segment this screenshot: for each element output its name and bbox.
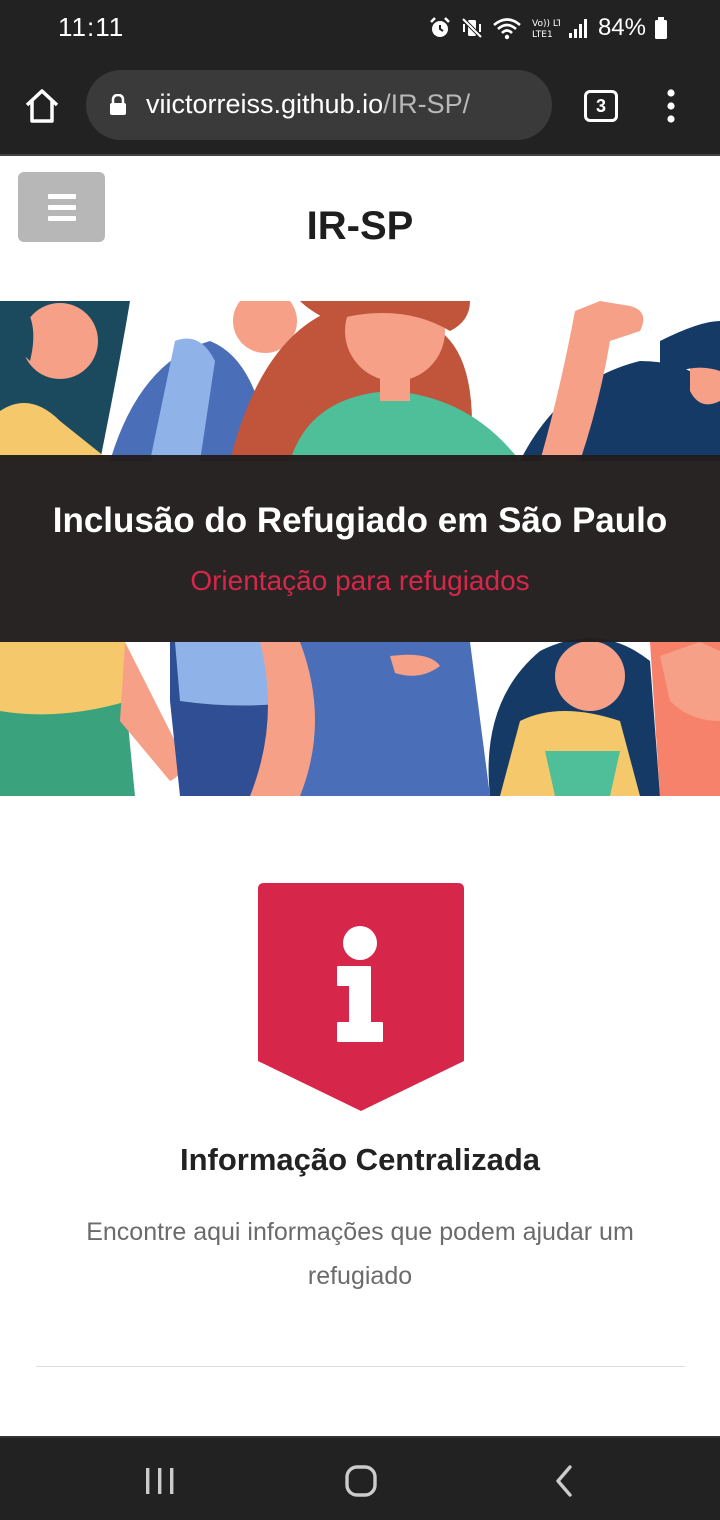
status-time: 11:11 xyxy=(58,12,125,42)
browser-menu-button[interactable] xyxy=(662,88,680,124)
system-nav-bar xyxy=(0,1436,720,1520)
hero-banner: Inclusão do Refugiado em São Paulo Orien… xyxy=(0,301,720,796)
system-back-button[interactable] xyxy=(550,1464,578,1503)
home-icon xyxy=(25,89,59,123)
url-domain: viictorreiss.github.io xyxy=(146,89,384,119)
feature-title: Informação Centralizada xyxy=(179,1142,541,1177)
site-title[interactable]: IR-SP xyxy=(0,204,720,249)
hero-overlay: Inclusão do Refugiado em São Paulo Orien… xyxy=(0,455,720,642)
signal-icon xyxy=(568,19,587,38)
home-circle-icon xyxy=(345,1465,377,1497)
status-bar: 11:11 Vo)) LTE1 LTE1 84% xyxy=(0,0,720,56)
back-icon xyxy=(556,1465,572,1497)
volte-lte-icon: Vo)) LTE1 LTE1 xyxy=(532,19,560,40)
more-vert-icon xyxy=(667,89,675,123)
network-label: Vo)) LTE1 xyxy=(532,19,560,29)
browser-toolbar: viictorreiss.github.io/IR-SP/ 3 xyxy=(0,56,720,154)
system-home-button[interactable] xyxy=(344,1464,378,1503)
url-path: /IR-SP/ xyxy=(383,89,471,119)
url-text: viictorreiss.github.io/IR-SP/ xyxy=(146,89,470,120)
page-header: IR-SP xyxy=(0,156,720,301)
alarm-icon xyxy=(430,17,450,37)
tabs-button[interactable]: 3 xyxy=(584,90,618,122)
recent-apps-button[interactable] xyxy=(142,1466,178,1501)
hero-subtitle: Orientação para refugiados xyxy=(190,565,530,596)
svg-text:LTE1: LTE1 xyxy=(532,30,553,40)
info-icon xyxy=(258,883,464,1111)
tab-count: 3 xyxy=(595,96,606,116)
wifi-icon xyxy=(493,18,521,40)
address-bar[interactable]: viictorreiss.github.io/IR-SP/ xyxy=(86,70,552,140)
battery-icon xyxy=(655,17,667,39)
browser-home-button[interactable] xyxy=(20,84,64,128)
section-divider xyxy=(36,1366,685,1367)
vibrate-mute-icon xyxy=(461,17,483,39)
feature-description: Encontre aqui informações que podem ajud… xyxy=(86,1218,634,1290)
feature-info-badge xyxy=(258,883,464,1111)
battery-percent: 84% xyxy=(597,14,646,41)
hamburger-icon xyxy=(47,193,76,199)
recent-apps-icon xyxy=(146,1468,174,1494)
lock-icon xyxy=(110,94,126,115)
hero-title: Inclusão do Refugiado em São Paulo xyxy=(52,501,668,540)
status-icons: Vo)) LTE1 LTE1 84% xyxy=(428,12,668,44)
